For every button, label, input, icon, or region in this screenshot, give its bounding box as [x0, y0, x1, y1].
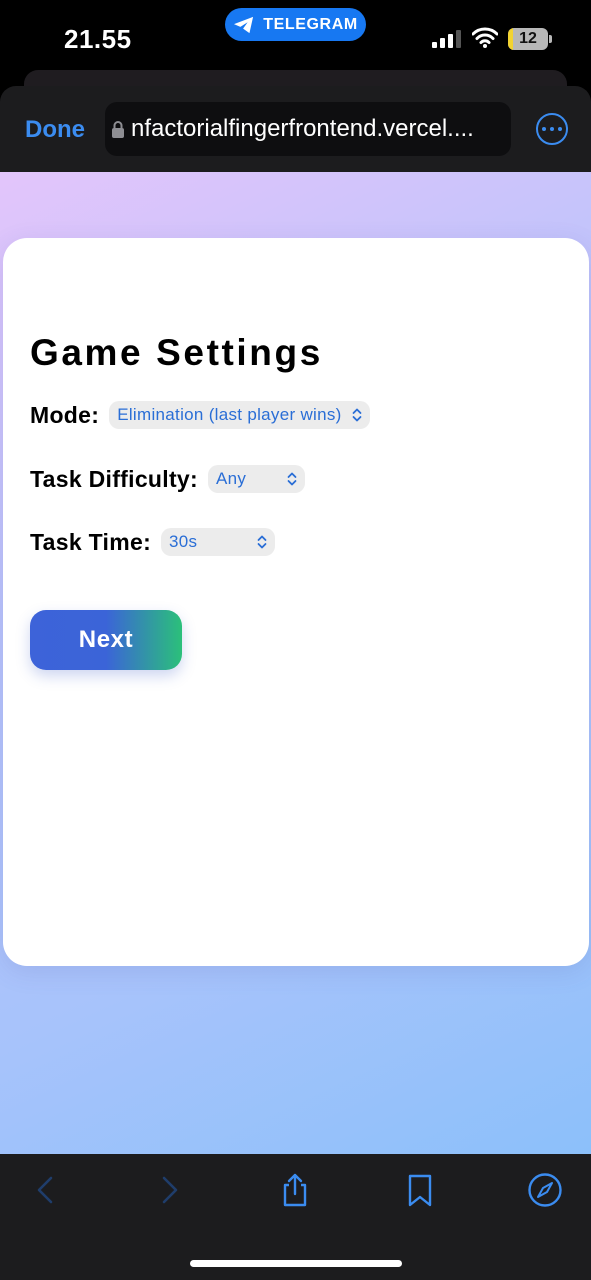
mode-label: Mode:: [30, 401, 100, 428]
wifi-icon: [472, 27, 498, 48]
done-button[interactable]: Done: [25, 116, 85, 144]
url-text: nfactorialfingerfrontend.vercel....: [131, 115, 474, 142]
difficulty-select-value: Any: [215, 469, 247, 488]
bookmarks-icon[interactable]: [402, 1172, 438, 1208]
phone-screen: 21.55 TELEGRAM 12 Done nfactorialfingerf…: [0, 0, 591, 1280]
select-chevron-icon: [287, 472, 297, 486]
ellipsis-dot-icon: [558, 127, 562, 131]
compass-icon[interactable]: [527, 1172, 563, 1208]
url-bar[interactable]: nfactorialfingerfrontend.vercel....: [105, 102, 511, 156]
task-time-row: Task Time: 30s: [30, 528, 276, 556]
next-button[interactable]: Next: [30, 610, 182, 670]
lock-icon: [112, 121, 124, 138]
task-time-label: Task Time:: [30, 528, 152, 555]
mode-row: Mode: Elimination (last player wins): [30, 401, 370, 429]
web-content: Game Settings Mode: Elimination (last pl…: [0, 172, 591, 1154]
select-chevron-icon: [257, 535, 267, 549]
task-time-select[interactable]: 30s: [161, 528, 276, 556]
battery-indicator: 12: [508, 28, 552, 50]
mode-select-value: Elimination (last player wins): [117, 405, 342, 424]
difficulty-row: Task Difficulty: Any: [30, 465, 305, 493]
status-time: 21.55: [64, 24, 132, 54]
cellular-signal-icon: [432, 30, 461, 48]
telegram-icon: [234, 16, 254, 33]
ellipsis-dot-icon: [550, 127, 554, 131]
return-to-telegram-pill[interactable]: TELEGRAM: [225, 8, 366, 41]
ellipsis-dot-icon: [542, 127, 546, 131]
difficulty-select[interactable]: Any: [207, 465, 305, 493]
mode-select[interactable]: Elimination (last player wins): [109, 401, 370, 429]
return-app-label: TELEGRAM: [263, 15, 358, 33]
back-chevron-icon[interactable]: [27, 1172, 63, 1208]
home-indicator[interactable]: [190, 1260, 402, 1267]
select-chevron-icon: [352, 408, 362, 422]
battery-percent: 12: [519, 30, 537, 47]
forward-chevron-icon[interactable]: [152, 1172, 188, 1208]
page-title: Game Settings: [30, 332, 323, 373]
settings-card: Game Settings Mode: Elimination (last pl…: [3, 238, 589, 966]
task-time-select-value: 30s: [169, 532, 198, 551]
battery-nub: [549, 35, 552, 43]
more-options-button[interactable]: [536, 113, 568, 145]
status-bar: 21.55 TELEGRAM 12: [0, 0, 591, 72]
difficulty-label: Task Difficulty:: [30, 465, 198, 492]
share-icon[interactable]: [277, 1172, 313, 1208]
battery-shell: 12: [508, 28, 548, 50]
